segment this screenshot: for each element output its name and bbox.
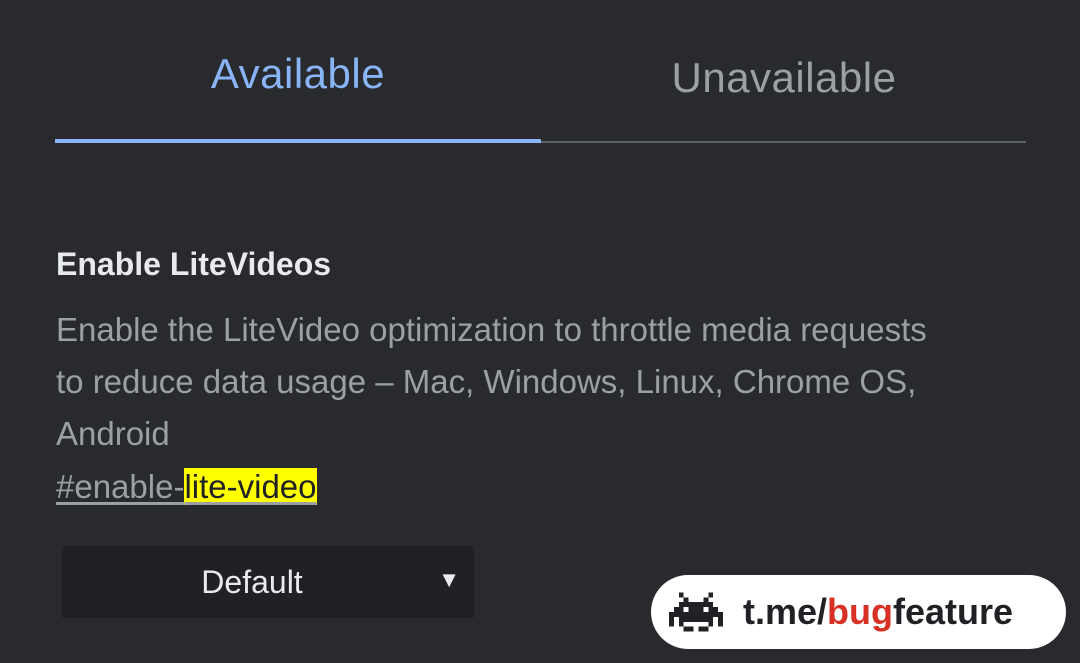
watermark-text-prefix: t.me/ xyxy=(743,591,828,632)
tab-available-label: Available xyxy=(210,50,386,97)
tab-available[interactable]: Available xyxy=(55,0,541,140)
space-invader-icon xyxy=(669,592,723,632)
tab-bar: Available Unavailable xyxy=(55,0,1026,144)
flag-permalink-highlight: lite-video xyxy=(184,468,317,505)
watermark-badge: t.me/bugfeature xyxy=(651,575,1066,649)
tab-unavailable[interactable]: Unavailable xyxy=(541,0,1027,140)
flag-permalink-prefix: #enable- xyxy=(56,468,185,505)
flag-entry: Enable LiteVideos Enable the LiteVideo o… xyxy=(56,244,986,508)
flag-state-value: Default xyxy=(201,564,303,600)
flag-state-select[interactable]: Default ▼ xyxy=(62,546,474,618)
flag-permalink-link[interactable]: #enable-lite-video xyxy=(56,466,317,508)
watermark-text: t.me/bugfeature xyxy=(743,575,1013,649)
tab-active-indicator xyxy=(55,139,541,143)
tab-unavailable-label: Unavailable xyxy=(671,54,897,101)
flag-description: Enable the LiteVideo optimization to thr… xyxy=(56,311,927,452)
dropdown-arrow-icon: ▼ xyxy=(438,567,460,592)
watermark-text-accent: bug xyxy=(827,591,894,632)
watermark-text-suffix: feature xyxy=(893,591,1014,632)
flag-title: Enable LiteVideos xyxy=(56,246,332,282)
